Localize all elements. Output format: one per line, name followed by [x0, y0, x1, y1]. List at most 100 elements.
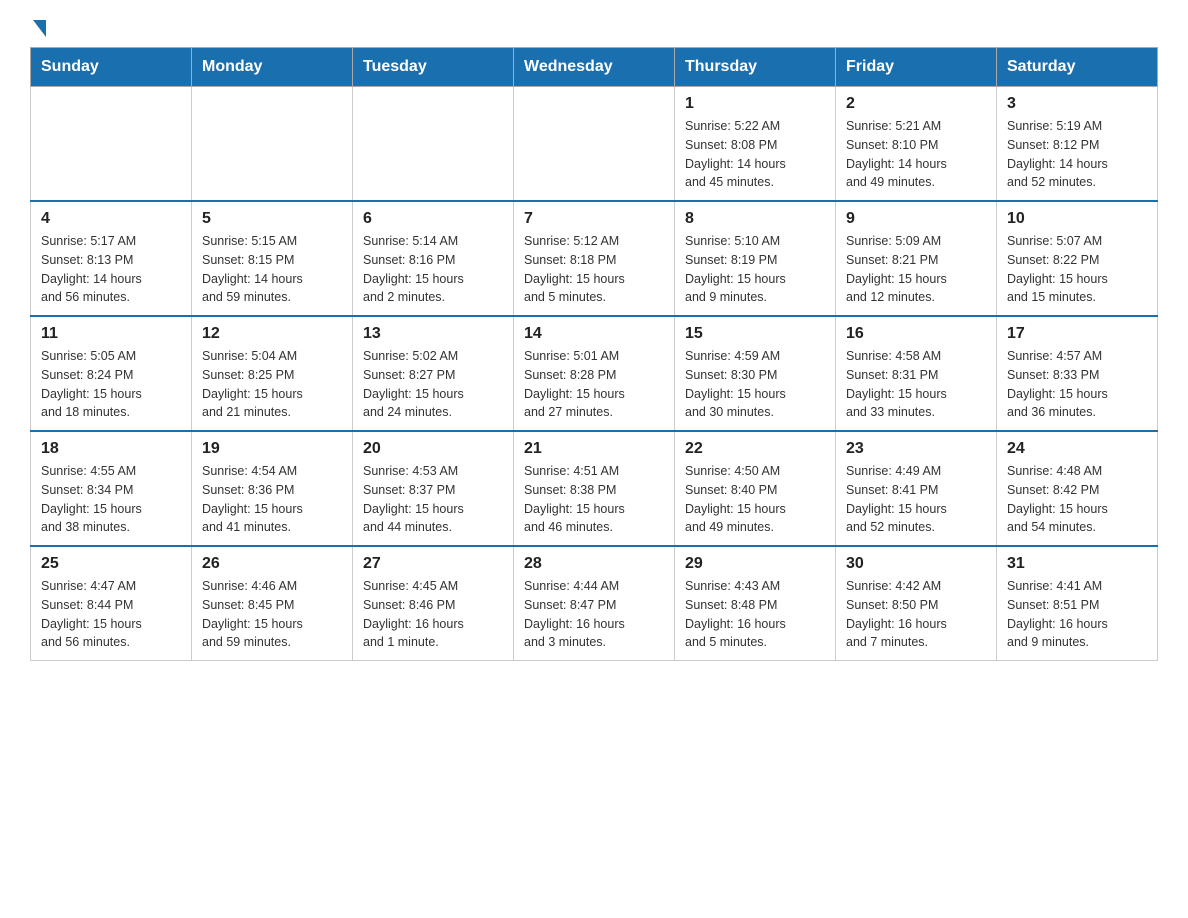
day-info: Sunrise: 4:46 AM Sunset: 8:45 PM Dayligh…	[202, 577, 342, 652]
day-number: 15	[685, 325, 825, 343]
day-info: Sunrise: 4:49 AM Sunset: 8:41 PM Dayligh…	[846, 462, 986, 537]
day-info: Sunrise: 4:45 AM Sunset: 8:46 PM Dayligh…	[363, 577, 503, 652]
calendar-cell: 27 Sunrise: 4:45 AM Sunset: 8:46 PM Dayli…	[353, 546, 514, 661]
day-number: 17	[1007, 325, 1147, 343]
week-row-5: 25 Sunrise: 4:47 AM Sunset: 8:44 PM Dayli…	[31, 546, 1158, 661]
day-number: 23	[846, 440, 986, 458]
day-number: 12	[202, 325, 342, 343]
day-info: Sunrise: 4:50 AM Sunset: 8:40 PM Dayligh…	[685, 462, 825, 537]
calendar-cell: 20Sunrise: 4:53 AM Sunset: 8:37 PM Dayli…	[353, 431, 514, 546]
calendar-cell: 12 Sunrise: 5:04 AM Sunset: 8:25 PM Dayli…	[192, 316, 353, 431]
page-header	[30, 20, 1158, 37]
day-header-saturday: Saturday	[997, 48, 1158, 87]
calendar-cell: 8 Sunrise: 5:10 AM Sunset: 8:19 PM Daylig…	[675, 201, 836, 316]
calendar-cell: 3Sunrise: 5:19 AM Sunset: 8:12 PM Daylig…	[997, 87, 1158, 202]
day-number: 27	[363, 555, 503, 573]
day-info: Sunrise: 4:57 AM Sunset: 8:33 PM Dayligh…	[1007, 347, 1147, 422]
day-number: 24	[1007, 440, 1147, 458]
day-header-monday: Monday	[192, 48, 353, 87]
calendar-body: 1 Sunrise: 5:22 AM Sunset: 8:08 PM Daylig…	[31, 87, 1158, 661]
day-number: 28	[524, 555, 664, 573]
day-header-wednesday: Wednesday	[514, 48, 675, 87]
day-info: Sunrise: 4:43 AM Sunset: 8:48 PM Dayligh…	[685, 577, 825, 652]
day-info: Sunrise: 5:02 AM Sunset: 8:27 PM Dayligh…	[363, 347, 503, 422]
day-number: 18	[41, 440, 181, 458]
calendar-cell	[514, 87, 675, 202]
calendar-cell: 31Sunrise: 4:41 AM Sunset: 8:51 PM Dayli…	[997, 546, 1158, 661]
day-number: 13	[363, 325, 503, 343]
calendar-cell: 30Sunrise: 4:42 AM Sunset: 8:50 PM Dayli…	[836, 546, 997, 661]
calendar-cell: 24Sunrise: 4:48 AM Sunset: 8:42 PM Dayli…	[997, 431, 1158, 546]
calendar-cell: 21 Sunrise: 4:51 AM Sunset: 8:38 PM Dayli…	[514, 431, 675, 546]
day-number: 25	[41, 555, 181, 573]
day-number: 2	[846, 95, 986, 113]
week-row-3: 11Sunrise: 5:05 AM Sunset: 8:24 PM Dayli…	[31, 316, 1158, 431]
calendar-cell: 9 Sunrise: 5:09 AM Sunset: 8:21 PM Daylig…	[836, 201, 997, 316]
day-number: 1	[685, 95, 825, 113]
calendar-cell: 29 Sunrise: 4:43 AM Sunset: 8:48 PM Dayli…	[675, 546, 836, 661]
calendar-cell: 10 Sunrise: 5:07 AM Sunset: 8:22 PM Dayli…	[997, 201, 1158, 316]
day-number: 22	[685, 440, 825, 458]
day-headers-row: SundayMondayTuesdayWednesdayThursdayFrid…	[31, 48, 1158, 87]
week-row-1: 1 Sunrise: 5:22 AM Sunset: 8:08 PM Daylig…	[31, 87, 1158, 202]
calendar-cell: 5Sunrise: 5:15 AM Sunset: 8:15 PM Daylig…	[192, 201, 353, 316]
day-header-thursday: Thursday	[675, 48, 836, 87]
calendar-cell: 6 Sunrise: 5:14 AM Sunset: 8:16 PM Daylig…	[353, 201, 514, 316]
day-number: 14	[524, 325, 664, 343]
day-number: 8	[685, 210, 825, 228]
day-number: 11	[41, 325, 181, 343]
calendar-cell	[31, 87, 192, 202]
calendar-cell: 15 Sunrise: 4:59 AM Sunset: 8:30 PM Dayli…	[675, 316, 836, 431]
day-info: Sunrise: 5:01 AM Sunset: 8:28 PM Dayligh…	[524, 347, 664, 422]
day-info: Sunrise: 4:55 AM Sunset: 8:34 PM Dayligh…	[41, 462, 181, 537]
calendar-table: SundayMondayTuesdayWednesdayThursdayFrid…	[30, 47, 1158, 661]
day-info: Sunrise: 5:22 AM Sunset: 8:08 PM Dayligh…	[685, 117, 825, 192]
calendar-cell: 14 Sunrise: 5:01 AM Sunset: 8:28 PM Dayli…	[514, 316, 675, 431]
day-number: 30	[846, 555, 986, 573]
day-info: Sunrise: 5:07 AM Sunset: 8:22 PM Dayligh…	[1007, 232, 1147, 307]
day-info: Sunrise: 4:54 AM Sunset: 8:36 PM Dayligh…	[202, 462, 342, 537]
day-number: 6	[363, 210, 503, 228]
calendar-cell	[353, 87, 514, 202]
day-number: 21	[524, 440, 664, 458]
day-number: 29	[685, 555, 825, 573]
day-header-friday: Friday	[836, 48, 997, 87]
day-number: 7	[524, 210, 664, 228]
day-info: Sunrise: 4:44 AM Sunset: 8:47 PM Dayligh…	[524, 577, 664, 652]
day-info: Sunrise: 4:41 AM Sunset: 8:51 PM Dayligh…	[1007, 577, 1147, 652]
calendar-cell: 16Sunrise: 4:58 AM Sunset: 8:31 PM Dayli…	[836, 316, 997, 431]
day-info: Sunrise: 5:04 AM Sunset: 8:25 PM Dayligh…	[202, 347, 342, 422]
day-info: Sunrise: 4:47 AM Sunset: 8:44 PM Dayligh…	[41, 577, 181, 652]
day-number: 20	[363, 440, 503, 458]
calendar-cell: 7 Sunrise: 5:12 AM Sunset: 8:18 PM Daylig…	[514, 201, 675, 316]
day-number: 9	[846, 210, 986, 228]
day-header-tuesday: Tuesday	[353, 48, 514, 87]
calendar-cell: 18 Sunrise: 4:55 AM Sunset: 8:34 PM Dayli…	[31, 431, 192, 546]
calendar-cell: 22 Sunrise: 4:50 AM Sunset: 8:40 PM Dayli…	[675, 431, 836, 546]
day-info: Sunrise: 5:15 AM Sunset: 8:15 PM Dayligh…	[202, 232, 342, 307]
calendar-header: SundayMondayTuesdayWednesdayThursdayFrid…	[31, 48, 1158, 87]
calendar-cell: 1 Sunrise: 5:22 AM Sunset: 8:08 PM Daylig…	[675, 87, 836, 202]
calendar-cell: 19Sunrise: 4:54 AM Sunset: 8:36 PM Dayli…	[192, 431, 353, 546]
day-info: Sunrise: 5:09 AM Sunset: 8:21 PM Dayligh…	[846, 232, 986, 307]
calendar-cell: 4Sunrise: 5:17 AM Sunset: 8:13 PM Daylig…	[31, 201, 192, 316]
calendar-cell: 26Sunrise: 4:46 AM Sunset: 8:45 PM Dayli…	[192, 546, 353, 661]
day-info: Sunrise: 4:58 AM Sunset: 8:31 PM Dayligh…	[846, 347, 986, 422]
calendar-cell: 17 Sunrise: 4:57 AM Sunset: 8:33 PM Dayli…	[997, 316, 1158, 431]
calendar-cell: 2 Sunrise: 5:21 AM Sunset: 8:10 PM Daylig…	[836, 87, 997, 202]
logo	[30, 20, 46, 37]
logo-general-text	[30, 20, 46, 37]
day-info: Sunrise: 5:12 AM Sunset: 8:18 PM Dayligh…	[524, 232, 664, 307]
day-number: 10	[1007, 210, 1147, 228]
day-info: Sunrise: 5:14 AM Sunset: 8:16 PM Dayligh…	[363, 232, 503, 307]
day-info: Sunrise: 5:21 AM Sunset: 8:10 PM Dayligh…	[846, 117, 986, 192]
day-info: Sunrise: 5:19 AM Sunset: 8:12 PM Dayligh…	[1007, 117, 1147, 192]
day-number: 4	[41, 210, 181, 228]
logo-arrow-icon	[33, 20, 46, 37]
calendar-cell: 11Sunrise: 5:05 AM Sunset: 8:24 PM Dayli…	[31, 316, 192, 431]
day-info: Sunrise: 4:59 AM Sunset: 8:30 PM Dayligh…	[685, 347, 825, 422]
day-info: Sunrise: 5:10 AM Sunset: 8:19 PM Dayligh…	[685, 232, 825, 307]
calendar-cell: 25 Sunrise: 4:47 AM Sunset: 8:44 PM Dayli…	[31, 546, 192, 661]
day-info: Sunrise: 4:51 AM Sunset: 8:38 PM Dayligh…	[524, 462, 664, 537]
calendar-cell: 28 Sunrise: 4:44 AM Sunset: 8:47 PM Dayli…	[514, 546, 675, 661]
